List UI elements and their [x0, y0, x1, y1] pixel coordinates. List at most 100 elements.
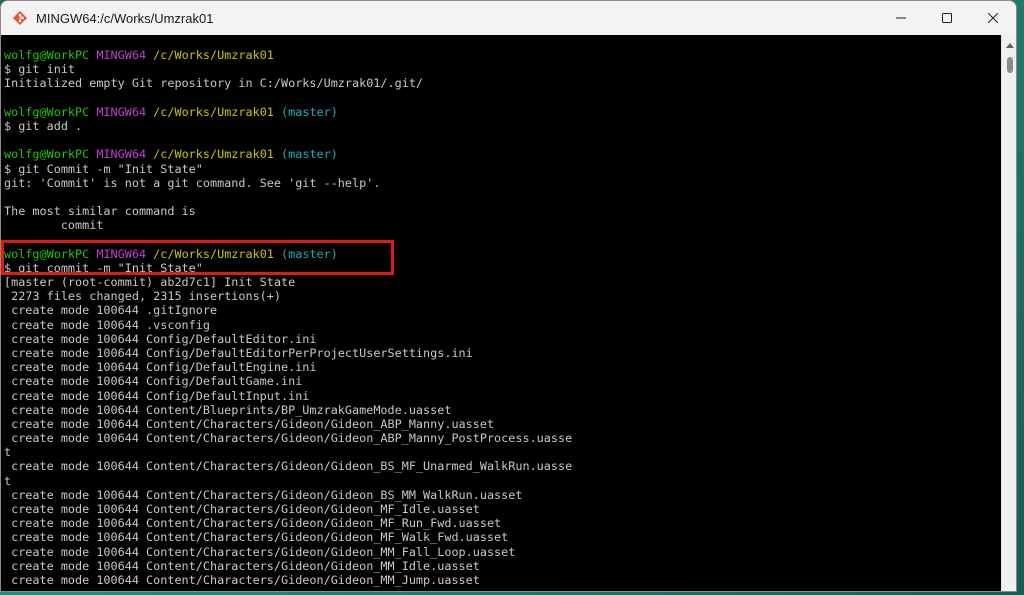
terminal-text-segment: wolfg@WorkPC	[4, 147, 90, 162]
terminal-text-segment: create mode 100644 Content/Characters/Gi…	[4, 416, 495, 431]
minimize-icon	[896, 17, 906, 19]
terminal-text-segment: create mode 100644 Config/DefaultEditorP…	[4, 345, 473, 360]
terminal-line: create mode 100644 Config/DefaultEditorP…	[4, 346, 1001, 360]
terminal-line: create mode 100644 Content/Characters/Gi…	[4, 573, 1001, 587]
terminal-text-segment: [master (root-commit) ab2d7c1] Init Stat…	[4, 275, 296, 289]
scrollbar-thumb[interactable]	[1007, 57, 1013, 73]
terminal-text-segment: t	[4, 445, 12, 460]
git-bash-app-icon	[12, 10, 28, 26]
terminal-line: $ git init	[4, 62, 1001, 76]
terminal-text-segment: create mode 100644 Config/DefaultInput.i…	[4, 388, 310, 403]
terminal-line: create mode 100644 Content/Characters/Gi…	[4, 502, 1001, 516]
terminal-text-segment: $ git Commit -m "Init State"	[4, 161, 203, 176]
terminal-text-segment: create mode 100644 Content/Characters/Gi…	[4, 431, 573, 446]
close-button[interactable]	[970, 1, 1016, 35]
terminal-text-segment: create mode 100644 Config/DefaultGame.in…	[4, 374, 303, 389]
terminal-line: create mode 100644 .vsconfig	[4, 318, 1001, 332]
terminal-text-segment: The most similar command is	[4, 204, 196, 219]
terminal-output[interactable]: wolfg@WorkPC MINGW64 /c/Works/Umzrak01 $ …	[1, 35, 1001, 591]
terminal-line: create mode 100644 Content/Characters/Gi…	[4, 516, 1001, 530]
terminal-text-segment: (master)	[281, 246, 338, 261]
maximize-icon	[942, 13, 952, 23]
terminal-text-segment: create mode 100644 Config/DefaultEditor.…	[4, 331, 317, 346]
terminal-text-segment: 2273 files changed, 2315 insertions(+)	[4, 289, 281, 304]
terminal-line: The most similar command is	[4, 204, 1001, 218]
terminal-line: Initialized empty Git repository in C:/W…	[4, 76, 1001, 90]
terminal-line: create mode 100644 Content/Characters/Gi…	[4, 545, 1001, 559]
terminal-text-segment: $ git add .	[4, 118, 83, 133]
terminal-line: [master (root-commit) ab2d7c1] Init Stat…	[4, 275, 1001, 289]
terminal-line: wolfg@WorkPC MINGW64 /c/Works/Umzrak01 (…	[4, 105, 1001, 119]
terminal-text-segment: /c/Works/Umzrak01	[153, 104, 274, 119]
terminal-text-segment: create mode 100644 .vsconfig	[4, 317, 210, 332]
terminal-text-segment: create mode 100644 Content/Characters/Gi…	[4, 544, 516, 559]
terminal-text-segment: MINGW64	[96, 246, 147, 261]
terminal-line: wolfg@WorkPC MINGW64 /c/Works/Umzrak01	[4, 48, 1001, 62]
terminal-text-segment: t	[4, 473, 12, 488]
terminal-line: create mode 100644 Content/Characters/Gi…	[4, 459, 1001, 473]
window-title: MINGW64:/c/Works/Umzrak01	[36, 10, 214, 26]
title-bar[interactable]: MINGW64:/c/Works/Umzrak01	[1, 1, 1016, 35]
terminal-line: create mode 100644 Config/DefaultGame.in…	[4, 374, 1001, 388]
terminal-text-segment: wolfg@WorkPC	[4, 48, 90, 62]
terminal-text-segment: wolfg@WorkPC	[4, 246, 90, 261]
terminal-text-segment: MINGW64	[96, 104, 147, 119]
terminal-line: t	[4, 474, 1001, 488]
terminal-text-segment: create mode 100644 Content/Characters/Gi…	[4, 558, 480, 573]
terminal-text-segment: wolfg@WorkPC	[4, 104, 90, 119]
terminal-line: $ git Commit -m "Init State"	[4, 162, 1001, 176]
terminal-text-segment: /c/Works/Umzrak01	[153, 48, 274, 62]
maximize-button[interactable]	[924, 1, 970, 35]
terminal-line: create mode 100644 Config/DefaultEditor.…	[4, 332, 1001, 346]
terminal-text: wolfg@WorkPC MINGW64 /c/Works/Umzrak01 $ …	[1, 35, 1001, 587]
vertical-scrollbar[interactable]	[1001, 35, 1016, 591]
terminal-text-segment: $ git init	[4, 62, 76, 77]
terminal-line: create mode 100644 Content/Characters/Gi…	[4, 559, 1001, 573]
terminal-text-segment: create mode 100644 Content/Characters/Gi…	[4, 502, 480, 516]
terminal-line: create mode 100644 Content/Characters/Gi…	[4, 417, 1001, 431]
terminal-text-segment: /c/Works/Umzrak01	[153, 246, 274, 261]
terminal-line: t	[4, 445, 1001, 459]
terminal-line: create mode 100644 Content/Characters/Gi…	[4, 488, 1001, 502]
terminal-text-segment: MINGW64	[96, 48, 147, 62]
terminal-text-segment: create mode 100644 Content/Characters/Gi…	[4, 516, 502, 531]
terminal-text-segment: /c/Works/Umzrak01	[153, 147, 274, 162]
terminal-line: wolfg@WorkPC MINGW64 /c/Works/Umzrak01 (…	[4, 147, 1001, 161]
terminal-text-segment: (master)	[281, 147, 338, 162]
terminal-text-segment: create mode 100644 Content/Blueprints/BP…	[4, 402, 452, 417]
terminal-line: create mode 100644 .gitIgnore	[4, 303, 1001, 317]
terminal-text-segment: create mode 100644 Config/DefaultEngine.…	[4, 360, 317, 375]
terminal-line: $ git commit -m "Init State"	[4, 261, 1001, 275]
terminal-text-segment: create mode 100644 Content/Characters/Gi…	[4, 459, 573, 474]
terminal-line: create mode 100644 Content/Characters/Gi…	[4, 431, 1001, 445]
terminal-line: wolfg@WorkPC MINGW64 /c/Works/Umzrak01 (…	[4, 247, 1001, 261]
terminal-text-segment: create mode 100644 .gitIgnore	[4, 303, 218, 318]
terminal-line: git: 'Commit' is not a git command. See …	[4, 176, 1001, 190]
scroll-up-arrow-icon[interactable]	[1002, 37, 1016, 53]
terminal-text-segment: Initialized empty Git repository in C:/W…	[4, 76, 424, 91]
terminal-line: 2273 files changed, 2315 insertions(+)	[4, 289, 1001, 303]
terminal-text-segment: (master)	[281, 104, 338, 119]
terminal-window: MINGW64:/c/Works/Umzrak01 wolfg@WorkPC M…	[0, 0, 1017, 592]
terminal-line: create mode 100644 Config/DefaultEngine.…	[4, 360, 1001, 374]
terminal-text-segment: MINGW64	[96, 147, 147, 162]
terminal-line: create mode 100644 Config/DefaultInput.i…	[4, 389, 1001, 403]
terminal-text-segment: $ git commit -m "Init State"	[4, 260, 203, 275]
close-icon	[988, 13, 998, 23]
terminal-text-segment: commit	[4, 218, 104, 233]
terminal-text-segment: create mode 100644 Content/Characters/Gi…	[4, 530, 509, 545]
window-controls	[878, 1, 1016, 35]
terminal-text-segment: create mode 100644 Content/Characters/Gi…	[4, 572, 480, 587]
terminal-text-segment: git: 'Commit' is not a git command. See …	[4, 175, 381, 190]
terminal-line: create mode 100644 Content/Blueprints/BP…	[4, 403, 1001, 417]
minimize-button[interactable]	[878, 1, 924, 35]
terminal-text-segment: create mode 100644 Content/Characters/Gi…	[4, 487, 523, 502]
terminal-line: $ git add .	[4, 119, 1001, 133]
